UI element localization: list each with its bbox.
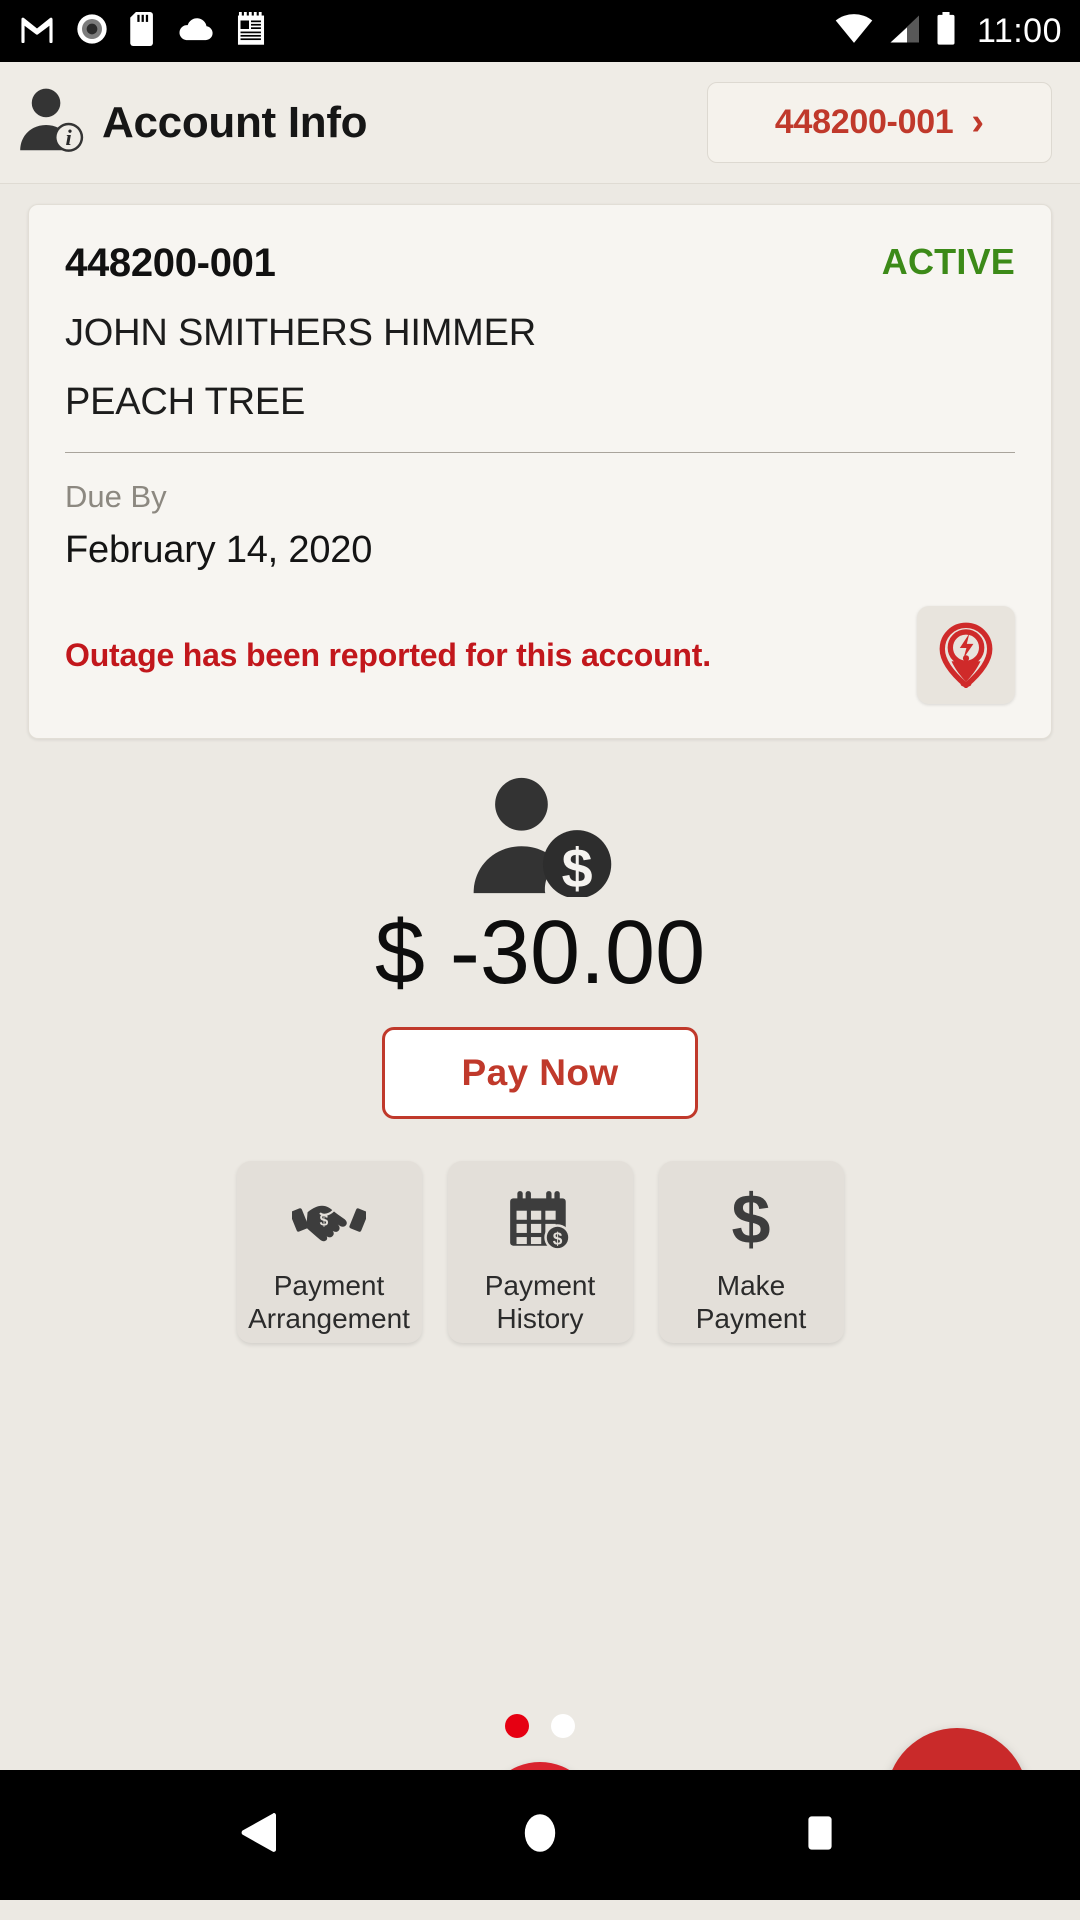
customer-name: JOHN SMITHERS HIMMER <box>65 312 537 354</box>
svg-text:$: $ <box>553 1228 563 1248</box>
tile-label-line1: Payment <box>484 1269 596 1301</box>
main-content: 448200-001 ACTIVE JOHN SMITHERS HIMMER P… <box>0 184 1080 1770</box>
menu-button[interactable]: Menu <box>482 1762 598 1770</box>
back-triangle-icon <box>238 1810 282 1861</box>
page-dot-inactive[interactable] <box>551 1714 575 1738</box>
balance-block: $ $ -30.00 <box>0 775 1080 1001</box>
account-summary-card[interactable]: 448200-001 ACTIVE JOHN SMITHERS HIMMER P… <box>28 204 1052 739</box>
outage-row: Outage has been reported for this accoun… <box>65 606 1015 704</box>
calendar-dollar-icon: $ <box>505 1187 575 1255</box>
tile-label: Make Payment <box>696 1269 807 1335</box>
due-by-date: February 14, 2020 <box>65 529 373 571</box>
handshake-dollar-icon: $ <box>292 1187 366 1255</box>
status-bar: 11:00 <box>0 0 1080 62</box>
contact-card-icon <box>924 1769 990 1771</box>
sd-card-icon <box>130 11 156 51</box>
svg-text:$: $ <box>732 1188 771 1254</box>
tile-label-line2: Arrangement <box>248 1302 410 1334</box>
notepad-icon <box>236 11 266 51</box>
outage-message: Outage has been reported for this accoun… <box>65 636 711 673</box>
nav-recents-button[interactable] <box>760 1775 880 1895</box>
tile-label: Payment Arrangement <box>248 1269 410 1335</box>
dollar-sign-icon: $ <box>726 1187 776 1255</box>
home-circle-icon <box>518 1810 562 1861</box>
due-by-label: Due By <box>65 479 167 514</box>
pay-now-wrapper: Pay Now <box>0 1026 1080 1119</box>
tile-payment-history[interactable]: $ Payment History <box>447 1160 633 1343</box>
page-title: Account Info <box>102 97 368 147</box>
person-info-icon: i <box>18 85 84 160</box>
status-badge: ACTIVE <box>881 241 1015 282</box>
tile-make-payment[interactable]: $ Make Payment <box>658 1160 844 1343</box>
tile-label: Payment History <box>485 1269 596 1335</box>
account-number: 448200-001 <box>65 241 276 285</box>
recents-square-icon <box>800 1810 840 1861</box>
wifi-icon <box>835 13 873 49</box>
card-divider <box>65 452 1015 453</box>
nav-home-button[interactable] <box>480 1775 600 1895</box>
gmail-icon <box>20 15 54 48</box>
account-card-header-row: 448200-001 ACTIVE <box>65 241 1015 286</box>
header-left-group: i Account Info <box>18 85 368 160</box>
action-tiles: $ Payment Arrangement $ Payment History … <box>0 1160 1080 1343</box>
page-indicator <box>0 1714 1080 1738</box>
tile-label-line1: Make <box>716 1269 786 1301</box>
android-nav-bar <box>0 1770 1080 1900</box>
svg-text:$: $ <box>562 838 593 897</box>
tile-label-line2: Payment <box>695 1302 807 1334</box>
status-bar-left-icons <box>20 11 266 51</box>
record-icon <box>76 13 108 50</box>
chevron-right-icon: › <box>971 101 985 144</box>
outage-pin-icon[interactable] <box>917 606 1015 704</box>
status-bar-right-icons: 11:00 <box>835 11 1062 51</box>
balance-amount: $ -30.00 <box>374 903 706 1003</box>
page-dot-active[interactable] <box>505 1714 529 1738</box>
person-dollar-icon: $ <box>461 775 619 902</box>
service-address: PEACH TREE <box>65 381 306 423</box>
tile-label-line1: Payment <box>273 1269 385 1301</box>
svg-text:$: $ <box>320 1212 329 1229</box>
pay-now-button[interactable]: Pay Now <box>382 1026 698 1119</box>
svg-text:i: i <box>65 125 72 150</box>
tile-label-line2: History <box>496 1302 584 1334</box>
account-selector-label: 448200-001 <box>774 103 954 141</box>
tile-payment-arrangement[interactable]: $ Payment Arrangement <box>236 1160 422 1343</box>
cloud-icon <box>178 16 214 47</box>
battery-icon <box>935 11 957 51</box>
cellular-signal-icon <box>887 14 921 49</box>
account-selector-button[interactable]: 448200-001 › <box>707 82 1052 163</box>
status-bar-clock: 11:00 <box>976 12 1062 50</box>
nav-back-button[interactable] <box>200 1775 320 1895</box>
app-header: i Account Info 448200-001 › <box>0 62 1080 184</box>
